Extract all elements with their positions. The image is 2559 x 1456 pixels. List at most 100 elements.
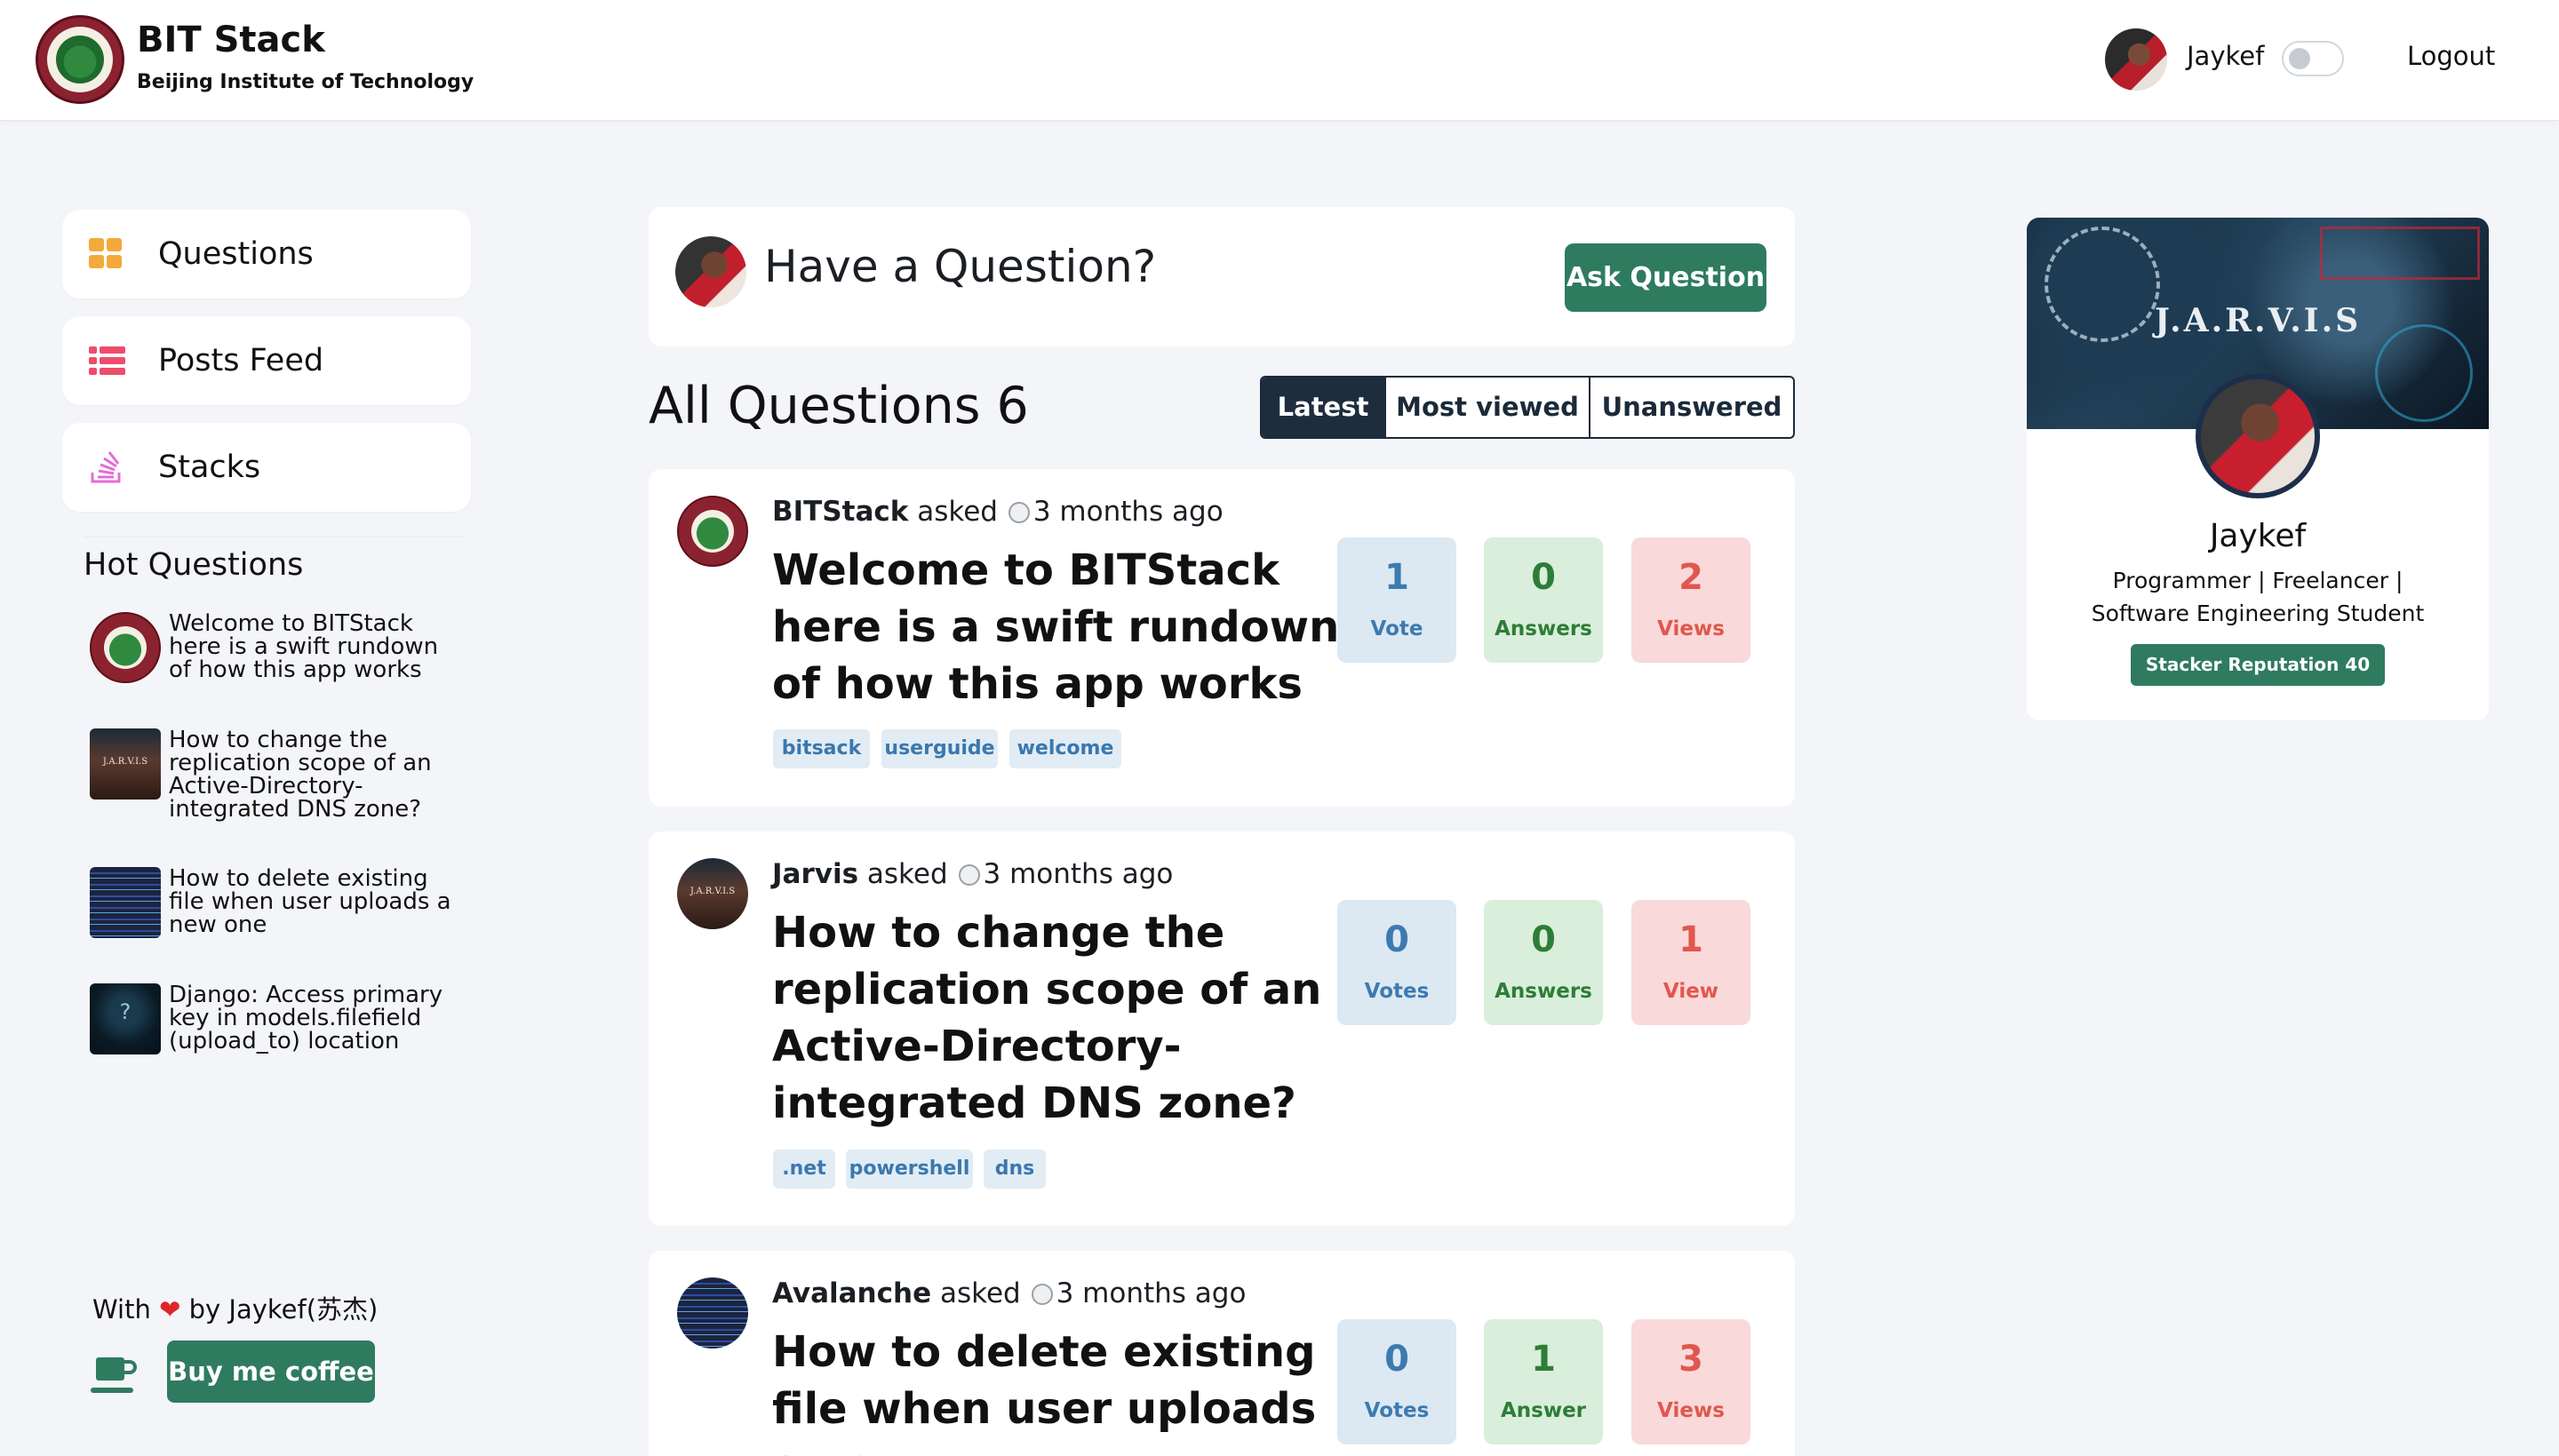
user-name[interactable]: Jaykef — [2187, 41, 2264, 71]
hot-question-item[interactable]: Welcome to BITStack here is a swift rund… — [90, 612, 463, 692]
user-avatar — [675, 236, 746, 307]
question-title[interactable]: How to delete existing file when user up… — [772, 1324, 1341, 1456]
asked-text: asked — [939, 1277, 1021, 1309]
votes-count: 0 — [1384, 1339, 1409, 1380]
views-label: View — [1662, 980, 1719, 1003]
nav-questions[interactable]: Questions — [62, 210, 471, 298]
clock-icon — [1008, 502, 1030, 523]
tag-chip[interactable]: welcome — [1009, 729, 1121, 768]
author-name[interactable]: BITStack — [772, 496, 908, 528]
votes-stat: 0 Votes — [1337, 900, 1456, 1025]
hot-questions-title: Hot Questions — [84, 547, 304, 583]
answers-stat: 0 Answers — [1484, 537, 1603, 663]
filter-unanswered[interactable]: Unanswered — [1590, 378, 1793, 437]
question-title[interactable]: Welcome to BITStack here is a swift rund… — [772, 542, 1341, 712]
views-label: Views — [1657, 1399, 1725, 1422]
question-card: Jarvis asked 3 months ago How to change … — [649, 831, 1795, 1226]
banner-text: J.A.R.V.I.S — [2154, 302, 2362, 339]
footer-with-text: With — [92, 1294, 151, 1325]
user-avatar[interactable] — [2105, 28, 2167, 91]
views-label: Views — [1657, 617, 1725, 640]
brand-title[interactable]: BIT Stack — [137, 20, 325, 60]
filter-latest[interactable]: Latest — [1262, 378, 1384, 437]
question-card: BITStack asked 3 months ago Welcome to B… — [649, 469, 1795, 807]
stack-icon — [91, 451, 121, 483]
question-filter-tabs: Latest Most viewed Unanswered — [1260, 376, 1795, 439]
votes-stat: 0 Votes — [1337, 1319, 1456, 1444]
tag-chip[interactable]: dns — [984, 1150, 1046, 1189]
answers-count: 1 — [1531, 1339, 1556, 1380]
clock-icon — [958, 864, 980, 886]
profile-card: J.A.R.V.I.S Jaykef Programmer | Freelanc… — [2027, 218, 2489, 720]
tag-chip[interactable]: .net — [773, 1150, 835, 1189]
time-ago: 3 months ago — [1056, 1277, 1247, 1309]
answers-label: Answers — [1495, 980, 1592, 1003]
brand-subtitle: Beijing Institute of Technology — [137, 71, 474, 93]
views-count: 3 — [1678, 1339, 1703, 1380]
votes-stat: 1 Vote — [1337, 537, 1456, 663]
views-count: 2 — [1678, 557, 1703, 598]
nav-stacks[interactable]: Stacks — [62, 423, 471, 512]
answers-label: Answers — [1495, 617, 1592, 640]
author-name[interactable]: Avalanche — [772, 1277, 931, 1309]
author-avatar[interactable] — [677, 496, 748, 567]
question-meta: Jarvis asked 3 months ago — [772, 858, 1173, 890]
answers-stat: 0 Answers — [1484, 900, 1603, 1025]
ask-prompt[interactable]: Have a Question? — [764, 241, 1156, 292]
votes-label: Votes — [1364, 980, 1430, 1003]
hud-frame-decor — [2320, 227, 2480, 280]
views-stat: 1 View — [1631, 900, 1750, 1025]
hot-question-title[interactable]: How to delete existing file when user up… — [169, 867, 462, 936]
tag-chip[interactable]: userguide — [881, 729, 998, 768]
tag-chip[interactable]: bitsack — [773, 729, 870, 768]
reputation-badge: Stacker Reputation 40 — [2131, 644, 2385, 686]
profile-name[interactable]: Jaykef — [2027, 518, 2489, 554]
views-count: 1 — [1678, 919, 1703, 960]
time-ago: 3 months ago — [1032, 496, 1224, 528]
profile-bio: Programmer | Freelancer | Software Engin… — [2091, 568, 2425, 626]
views-stat: 3 Views — [1631, 1319, 1750, 1444]
votes-count: 1 — [1384, 557, 1409, 598]
author-name[interactable]: Jarvis — [772, 858, 858, 890]
logout-button[interactable]: Logout — [2407, 41, 2495, 71]
tag-chip[interactable]: powershell — [846, 1150, 973, 1189]
buy-me-coffee-button[interactable]: Buy me coffee — [167, 1341, 375, 1403]
answers-count: 0 — [1531, 919, 1556, 960]
ask-question-button[interactable]: Ask Question — [1565, 243, 1766, 312]
votes-count: 0 — [1384, 919, 1409, 960]
list-icon — [89, 343, 125, 378]
footer-credit: With ❤ by Jaykef(苏杰) — [92, 1289, 378, 1326]
bit-logo-icon[interactable] — [36, 15, 124, 104]
hot-question-item[interactable]: How to change the replication scope of a… — [90, 728, 463, 826]
hot-question-title[interactable]: Django: Access primary key in models.fil… — [169, 983, 462, 1053]
hot-question-item[interactable]: How to delete existing file when user up… — [90, 867, 463, 943]
answers-stat: 1 Answer — [1484, 1319, 1603, 1444]
question-card: Avalanche asked 3 months ago How to dele… — [649, 1251, 1795, 1456]
profile-avatar[interactable] — [2196, 374, 2320, 498]
views-stat: 2 Views — [1631, 537, 1750, 663]
question-meta: Avalanche asked 3 months ago — [772, 1277, 1246, 1309]
question-meta: BITStack asked 3 months ago — [772, 496, 1224, 528]
time-ago: 3 months ago — [983, 858, 1174, 890]
nav-label: Questions — [158, 236, 314, 272]
heart-icon: ❤ — [159, 1294, 181, 1325]
votes-label: Votes — [1364, 1399, 1430, 1422]
nav-posts-feed[interactable]: Posts Feed — [62, 316, 471, 405]
hooded-figure-thumbnail — [90, 983, 161, 1054]
filter-most-viewed[interactable]: Most viewed — [1386, 378, 1589, 437]
question-title[interactable]: How to change the replication scope of a… — [772, 904, 1341, 1132]
top-header: BIT Stack Beijing Institute of Technolog… — [0, 0, 2559, 121]
asked-text: asked — [917, 496, 998, 528]
hot-question-title[interactable]: Welcome to BITStack here is a swift rund… — [169, 612, 462, 681]
toggle-knob — [2289, 48, 2310, 69]
footer-by-text: by Jaykef(苏杰) — [188, 1294, 379, 1325]
coffee-cup-icon — [91, 1357, 137, 1393]
theme-toggle[interactable] — [2282, 41, 2344, 76]
hot-question-title[interactable]: How to change the replication scope of a… — [169, 728, 462, 821]
jarvis-thumbnail — [90, 728, 161, 800]
hot-question-item[interactable]: Django: Access primary key in models.fil… — [90, 983, 463, 1081]
ask-question-card: Have a Question? Ask Question — [649, 207, 1795, 346]
author-avatar[interactable] — [677, 1277, 748, 1349]
nav-label: Posts Feed — [158, 343, 324, 378]
author-avatar[interactable] — [677, 858, 748, 929]
